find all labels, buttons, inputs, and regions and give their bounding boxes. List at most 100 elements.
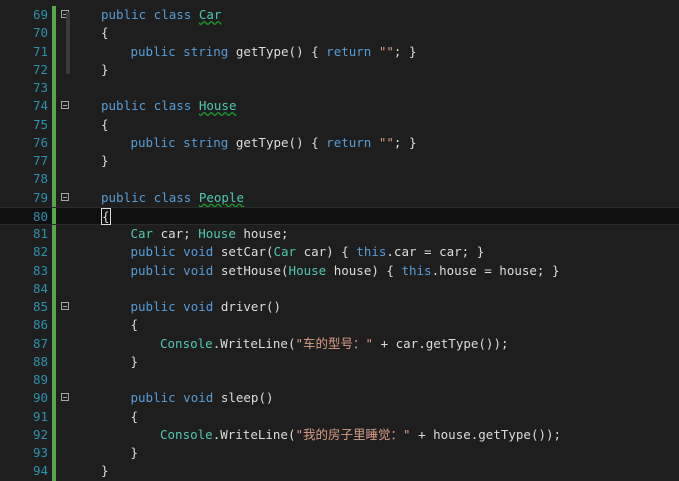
- change-tracking-margin: [52, 6, 56, 25]
- code-token: this: [401, 262, 432, 278]
- code-line[interactable]: 83 public void setHouse(House house) { th…: [0, 261, 679, 280]
- line-number: 85: [32, 299, 48, 314]
- code-text: {: [101, 207, 111, 226]
- change-tracking-margin: [52, 42, 56, 61]
- code-line[interactable]: 92 Console.WriteLine("我的房子里睡觉：" + house.g…: [0, 425, 679, 444]
- change-tracking-margin: [52, 261, 56, 280]
- code-token: {: [101, 207, 111, 225]
- code-line[interactable]: 74 public class House: [0, 97, 679, 116]
- line-number: 90: [32, 390, 48, 406]
- code-line[interactable]: 77}: [0, 152, 679, 171]
- code-line[interactable]: 72}: [0, 60, 679, 79]
- line-number: 69: [32, 7, 48, 22]
- code-token: Car: [198, 7, 222, 22]
- code-line[interactable]: 91 {: [0, 407, 679, 426]
- change-tracking-margin: [52, 316, 56, 335]
- code-token: this: [356, 244, 387, 260]
- collapse-box-icon[interactable]: [61, 101, 69, 110]
- code-token: "": [378, 134, 394, 150]
- code-text: }: [101, 152, 109, 170]
- code-line[interactable]: 86 {: [0, 316, 679, 335]
- line-number: 83: [32, 262, 48, 278]
- code-token: house;: [235, 226, 289, 241]
- collapse-box-icon[interactable]: [61, 192, 69, 201]
- code-text: }: [131, 444, 139, 462]
- code-line[interactable]: 88}: [0, 352, 679, 371]
- code-token: getType() {: [235, 134, 327, 150]
- change-tracking-margin: [52, 115, 56, 134]
- code-line[interactable]: 84: [0, 279, 679, 298]
- code-editor[interactable]: 69 public class Car 70 {71 public string get…: [0, 0, 679, 481]
- code-text: }: [131, 353, 139, 371]
- code-line[interactable]: 81 Car car; House house;: [0, 225, 679, 244]
- collapse-box-icon[interactable]: [61, 393, 69, 402]
- line-number: 72: [32, 61, 48, 77]
- code-text: {: [131, 316, 139, 334]
- line-number: 79: [32, 189, 48, 205]
- outline-bar: [66, 12, 70, 74]
- code-line[interactable]: 73: [0, 79, 679, 98]
- code-line[interactable]: 85 public void driver(): [0, 298, 679, 317]
- code-token: setCar(: [220, 244, 274, 260]
- line-number: 87: [32, 335, 48, 351]
- line-number: 91: [32, 408, 48, 424]
- change-tracking-margin: [52, 371, 56, 390]
- change-tracking-margin: [52, 389, 56, 408]
- line-number: 76: [32, 134, 48, 150]
- code-line[interactable]: 76 public string getType() { return ""; }: [0, 133, 679, 152]
- change-tracking-margin: [52, 97, 56, 116]
- code-line[interactable]: 71 public string getType() { return ""; }: [0, 42, 679, 61]
- code-line[interactable]: 75 {: [0, 115, 679, 134]
- code-token: public void: [130, 299, 221, 314]
- code-token: "我的房子里睡觉：": [295, 426, 411, 442]
- code-line[interactable]: 79 public class People: [0, 188, 679, 207]
- code-token: public class: [101, 7, 199, 22]
- code-text: Console.WriteLine("车的型号：" + car.getType(…: [160, 335, 509, 353]
- code-text: public void setCar(Car car) { this.car =…: [131, 243, 485, 261]
- code-token: }: [101, 61, 109, 77]
- line-number: 93: [32, 445, 48, 460]
- code-token: house) {: [326, 262, 402, 278]
- code-token: {: [130, 317, 139, 333]
- code-token: setHouse(: [220, 262, 289, 278]
- line-number: 80: [32, 208, 48, 224]
- code-text: }: [101, 462, 109, 480]
- code-text: public class People: [101, 189, 244, 207]
- code-token: }: [101, 463, 109, 479]
- code-line[interactable]: 69 public class Car: [0, 6, 679, 25]
- code-text: {: [101, 116, 109, 134]
- code-line[interactable]: 89: [0, 371, 679, 390]
- change-tracking-margin: [52, 352, 56, 371]
- code-line[interactable]: 90 public void sleep(): [0, 389, 679, 408]
- code-line[interactable]: 87 Console.WriteLine("车的型号：" + car.getTyp…: [0, 334, 679, 353]
- code-text: }: [101, 61, 109, 79]
- line-number: 88: [32, 353, 48, 369]
- change-tracking-margin: [52, 79, 56, 98]
- code-token: House: [198, 98, 237, 114]
- line-number: 77: [32, 153, 48, 168]
- line-number: 71: [32, 43, 48, 59]
- change-tracking-margin: [52, 133, 56, 152]
- code-token: ; }: [393, 43, 417, 59]
- code-token: public string: [130, 134, 236, 150]
- code-token: car) {: [296, 244, 357, 260]
- change-tracking-margin: [52, 60, 56, 79]
- code-line[interactable]: 82 public void setCar(Car car) { this.car…: [0, 243, 679, 262]
- code-token: public void: [130, 390, 221, 406]
- code-line[interactable]: 93}: [0, 444, 679, 463]
- line-number: 73: [32, 80, 48, 95]
- code-token: ; }: [393, 134, 417, 150]
- collapse-box-icon[interactable]: [61, 302, 69, 310]
- change-tracking-margin: [52, 225, 56, 244]
- code-line[interactable]: 80 {: [0, 206, 679, 226]
- line-number: 70: [32, 25, 48, 41]
- code-token: {: [130, 408, 139, 424]
- change-tracking-margin: [52, 407, 56, 426]
- change-tracking-margin: [52, 425, 56, 444]
- change-tracking-margin: [52, 170, 56, 189]
- code-line[interactable]: 94}: [0, 462, 679, 481]
- code-line[interactable]: 70 {: [0, 24, 679, 43]
- code-token: return: [326, 134, 379, 150]
- code-line[interactable]: 78: [0, 170, 679, 189]
- code-text: public class Car: [101, 6, 221, 24]
